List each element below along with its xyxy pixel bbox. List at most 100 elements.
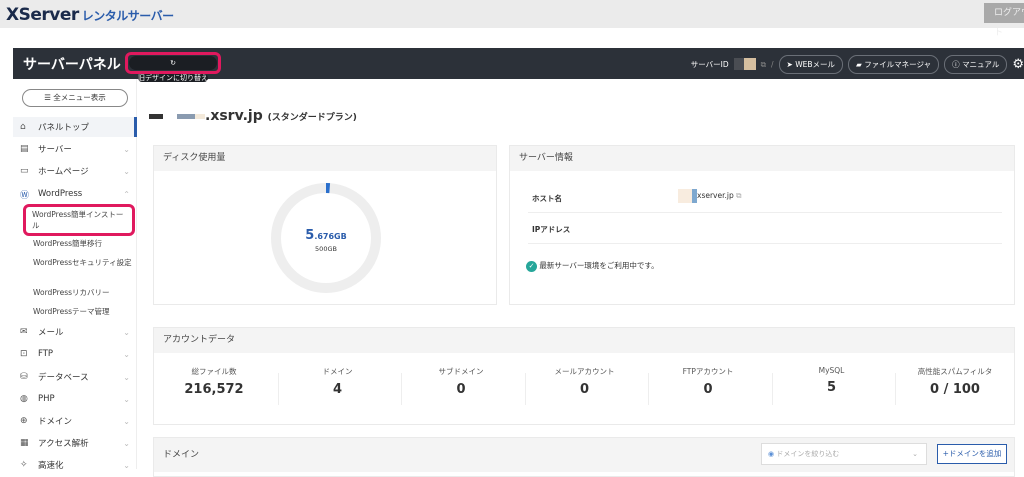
sidebar-item-top[interactable]: ⌂ パネルトップ (13, 117, 137, 137)
manual-button[interactable]: ⓘ マニュアル (944, 55, 1008, 74)
sidebar-item-wordpress[interactable]: Ⓦ WordPress ⌃ (13, 184, 137, 204)
top-bar: XServerレンタルサーバー ログアウト (0, 0, 1024, 38)
logout-button[interactable]: ログアウト (984, 3, 1024, 38)
card-title: アカウントデータ (154, 328, 1014, 353)
webmail-button[interactable]: ➤ WEBメール (778, 55, 844, 74)
wp-recovery-link[interactable]: WordPressリカバリー (33, 287, 133, 298)
browser-icon: ▭ (20, 166, 29, 176)
nav-label: パネルトップ (38, 123, 90, 133)
stat-value: 0 (456, 382, 466, 397)
disk-total: 500GB (315, 245, 337, 253)
wp-migration-link[interactable]: WordPress簡単移行 (33, 238, 133, 249)
gear-icon[interactable]: ⚙ (1012, 57, 1024, 72)
host-value: xserver.jp ⧉ (678, 189, 741, 203)
old-design-label: 旧デザインに切り替え (138, 74, 208, 82)
logo-sub: レンタルサーバー (81, 9, 174, 23)
chevron-down-icon: ⌄ (123, 327, 130, 337)
copy-icon[interactable]: ⧉ (761, 60, 766, 70)
host-row: ホスト名 xserver.jp ⧉ (528, 183, 1002, 213)
nav-label: サーバー (38, 145, 72, 155)
chevron-down-icon: ⌄ (123, 438, 130, 448)
sidebar-item-speed[interactable]: ✧ 高速化 ⌄ (13, 455, 137, 475)
file-manager-label: ファイルマネージャ (864, 60, 932, 69)
chart-icon: ▦ (20, 438, 29, 448)
chevron-down-icon: ⌄ (123, 372, 130, 382)
wp-easy-install-link[interactable]: WordPress簡単インストール (23, 204, 135, 236)
stat-item: メールアカウント 0 (525, 366, 645, 397)
xserver-logo[interactable]: XServer レンタルサーバー (6, 5, 174, 25)
filter-placeholder: ドメインを絞り込む (776, 450, 840, 458)
logo-text: XServer (6, 5, 79, 25)
separator: / (771, 60, 774, 69)
stat-label: ドメイン (322, 367, 353, 376)
manual-label: マニュアル (962, 60, 1000, 69)
stat-value: 0 (579, 382, 590, 397)
add-domain-button[interactable]: +ドメインを追加 (937, 444, 1007, 464)
server-info-card: サーバー情報 ホスト名 xserver.jp ⧉ IPアドレス ✓ 最新サーバー環… (509, 145, 1015, 305)
account-data-card: アカウントデータ 総ファイル数 216,572 ドメイン 4 サブドメイン 0 メールアカウ… (153, 327, 1015, 425)
wordpress-icon: Ⓦ (20, 190, 30, 201)
server-id-label: サーバーID (690, 60, 729, 69)
stat-label: 高性能スパムフィルタ (917, 367, 993, 376)
sidebar-item-ftp[interactable]: ⊡ FTP ⌄ (13, 344, 137, 364)
divider (277, 373, 279, 405)
menu-icon: ☰ (44, 93, 54, 102)
nav-label: ホームページ (38, 167, 89, 177)
stat-value: 4 (332, 382, 343, 397)
stat-label: サブドメイン (438, 367, 484, 376)
help-icon: ⓘ (952, 60, 963, 69)
sidebar-item-mail[interactable]: ✉ メール ⌄ (13, 322, 137, 342)
check-circle-icon: ✓ (526, 261, 537, 272)
chevron-down-icon: ⌄ (123, 416, 130, 426)
stat-item: ドメイン 4 (278, 366, 398, 397)
stat-value: 0 (703, 382, 713, 397)
domain-name: .xsrv.jp (205, 108, 263, 124)
folder-icon: ▰ (856, 60, 865, 69)
copy-icon[interactable]: ⧉ (736, 191, 741, 200)
nav-label: メール (38, 328, 64, 338)
sidebar-item-homepage[interactable]: ▭ ホームページ ⌄ (13, 161, 137, 181)
status-text: 最新サーバー環境をご利用中です。 (539, 261, 659, 270)
wp-security-link[interactable]: WordPressセキュリティ設定 (33, 257, 133, 268)
domain-card: ドメイン ◉ ドメインを絞り込む ⌄ +ドメインを追加 (153, 437, 1015, 477)
old-design-button[interactable]: ↻ 旧デザインに切り替え (125, 52, 221, 82)
host-text: xserver.jp (697, 191, 734, 200)
stat-item: 総ファイル数 216,572 (154, 366, 274, 397)
server-id-value (733, 57, 756, 72)
nav-label: ドメイン (38, 417, 73, 427)
host-label: ホスト名 (532, 194, 562, 203)
stat-label: MySQL (818, 366, 845, 375)
nav-label: PHP (38, 394, 55, 404)
chevron-up-icon: ⌃ (123, 189, 130, 199)
file-manager-button[interactable]: ▰ ファイルマネージャ (848, 55, 940, 74)
sidebar-item-access[interactable]: ▦ アクセス解析 ⌄ (13, 433, 137, 453)
used-int: 5 (305, 228, 315, 243)
home-icon: ⌂ (20, 122, 26, 132)
domain-filter-select[interactable]: ◉ ドメインを絞り込む ⌄ (761, 443, 927, 465)
nav-label: 高速化 (38, 461, 64, 471)
divider (895, 373, 896, 405)
stat-label: 総ファイル数 (191, 367, 237, 376)
card-title: サーバー情報 (510, 146, 1014, 171)
stat-item: MySQL 5 (772, 366, 892, 395)
server-icon: ▤ (20, 144, 29, 154)
sidebar: ☰ 全メニュー表示 ⌂ パネルトップ ▤ サーバー ⌄ ▭ ホームページ ⌄ Ⓦ WordP… (13, 79, 137, 471)
sidebar-item-database[interactable]: ⛁ データベース ⌄ (13, 367, 137, 387)
sidebar-item-php[interactable]: ◍ PHP ⌄ (13, 389, 137, 409)
panel-header: サーバーパネル ↻ 旧デザインに切り替え サーバーID ⧉ / ➤ WEBメール… (13, 48, 1024, 82)
chevron-down-icon: ⌄ (123, 349, 130, 359)
ip-row: IPアドレス (528, 214, 1002, 244)
all-menu-button[interactable]: ☰ 全メニュー表示 (22, 89, 128, 107)
sidebar-item-server[interactable]: ▤ サーバー ⌄ (13, 139, 137, 159)
globe-icon: ⊕ (20, 416, 28, 426)
server-status: ✓ 最新サーバー環境をご利用中です。 (526, 260, 659, 272)
wp-theme-link[interactable]: WordPressテーマ管理 (33, 306, 133, 317)
divider (648, 373, 649, 405)
refresh-icon: ↻ (130, 56, 216, 70)
sidebar-item-domain[interactable]: ⊕ ドメイン ⌄ (13, 411, 137, 431)
ip-label: IPアドレス (532, 225, 571, 234)
domain-title: .xsrv.jp (スタンダードプラン) (149, 108, 357, 124)
nav-label: FTP (38, 349, 54, 359)
disk-used: 5.676GB (266, 224, 386, 243)
nav-label: WordPress (38, 189, 83, 199)
